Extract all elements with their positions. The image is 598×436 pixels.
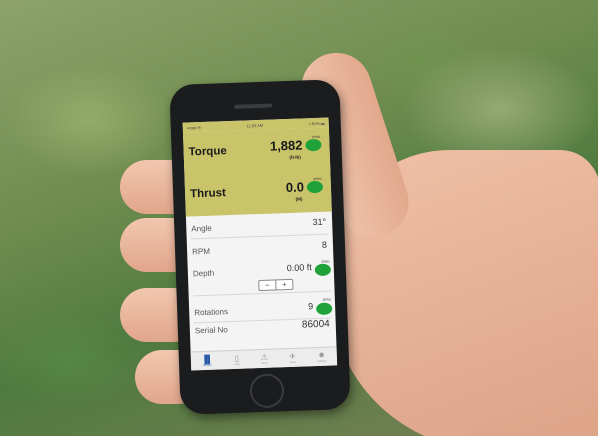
primary-metrics-panel: Torque 1,882 (ft-lb) ZERO Thrust 0.0 (M)… [182,127,332,217]
zero-button[interactable] [315,302,333,316]
tab-label: Logs [234,362,240,366]
gear-icon: ✹ [318,350,326,361]
tab-bar: ▐▌ Monitor ▯ Logs ⚠ Alerts ✈ Tools ✹ Set… [190,346,338,371]
tab-settings[interactable]: ✹ Settings [317,351,326,363]
warning-icon: ⚠ [260,352,269,363]
row-value: 31° [312,216,327,228]
row-label: Angle [191,223,212,234]
status-time: 11:55 AM [246,122,264,128]
tab-label: Alerts [261,361,268,366]
metric-unit: (M) [295,196,303,202]
tab-label: Monitor [203,363,212,368]
home-button[interactable] [249,373,285,409]
background-photo: ••ooo ✉ 11:55 AM ▪ 61% ▬ Torque 1,882 (f… [0,0,598,436]
row-label: Serial No [194,325,228,336]
tab-tools[interactable]: ✈ Tools [289,352,296,364]
zero-button[interactable] [305,138,322,152]
metric-value: 1,882 [269,137,303,154]
thrust-metric: Thrust 0.0 (M) ZERO [189,170,326,217]
tab-logs[interactable]: ▯ Logs [234,354,240,366]
torque-metric: Torque 1,882 (ft-lb) ZERO [188,128,325,175]
gauge-icon: ▐▌ [201,354,214,365]
metric-label: Thrust [189,187,227,201]
metric-unit: (ft-lb) [289,154,301,160]
tab-label: Settings [317,359,327,364]
earpiece-speaker [234,103,273,109]
tab-label: Tools [289,360,296,365]
battery-indicator: ▪ 61% ▬ [308,120,325,126]
row-label: Depth [192,268,215,279]
depth-stepper: − + [258,278,294,292]
zero-label: ZERO [322,297,331,302]
metric-value: 0.0 [285,179,305,196]
smartphone: ••ooo ✉ 11:55 AM ▪ 61% ▬ Torque 1,882 (f… [169,79,351,415]
depth-row: Depth 0.00 ft ZERO − + [187,256,334,295]
rotations-row: Rotations 9 ZERO [189,291,336,322]
metric-label: Torque [188,145,227,159]
document-icon: ▯ [234,353,240,363]
tab-alerts[interactable]: ⚠ Alerts [261,353,269,365]
plane-icon: ✈ [288,351,297,362]
tab-monitor[interactable]: ▐▌ Monitor [201,355,213,367]
row-label: Rotations [194,307,229,318]
row-label: RPM [191,246,211,257]
increment-button[interactable]: + [275,279,293,290]
row-value: 0.00 ft [286,262,312,274]
carrier-indicator: ••ooo ✉ [186,124,201,130]
decrement-button[interactable]: − [259,280,275,290]
zero-button[interactable] [306,180,324,194]
row-value: 86004 [301,318,330,331]
app-screen: ••ooo ✉ 11:55 AM ▪ 61% ▬ Torque 1,882 (f… [182,117,338,371]
zero-button[interactable] [314,263,332,277]
row-value: 8 [321,239,328,250]
row-value: 9 [307,301,314,312]
